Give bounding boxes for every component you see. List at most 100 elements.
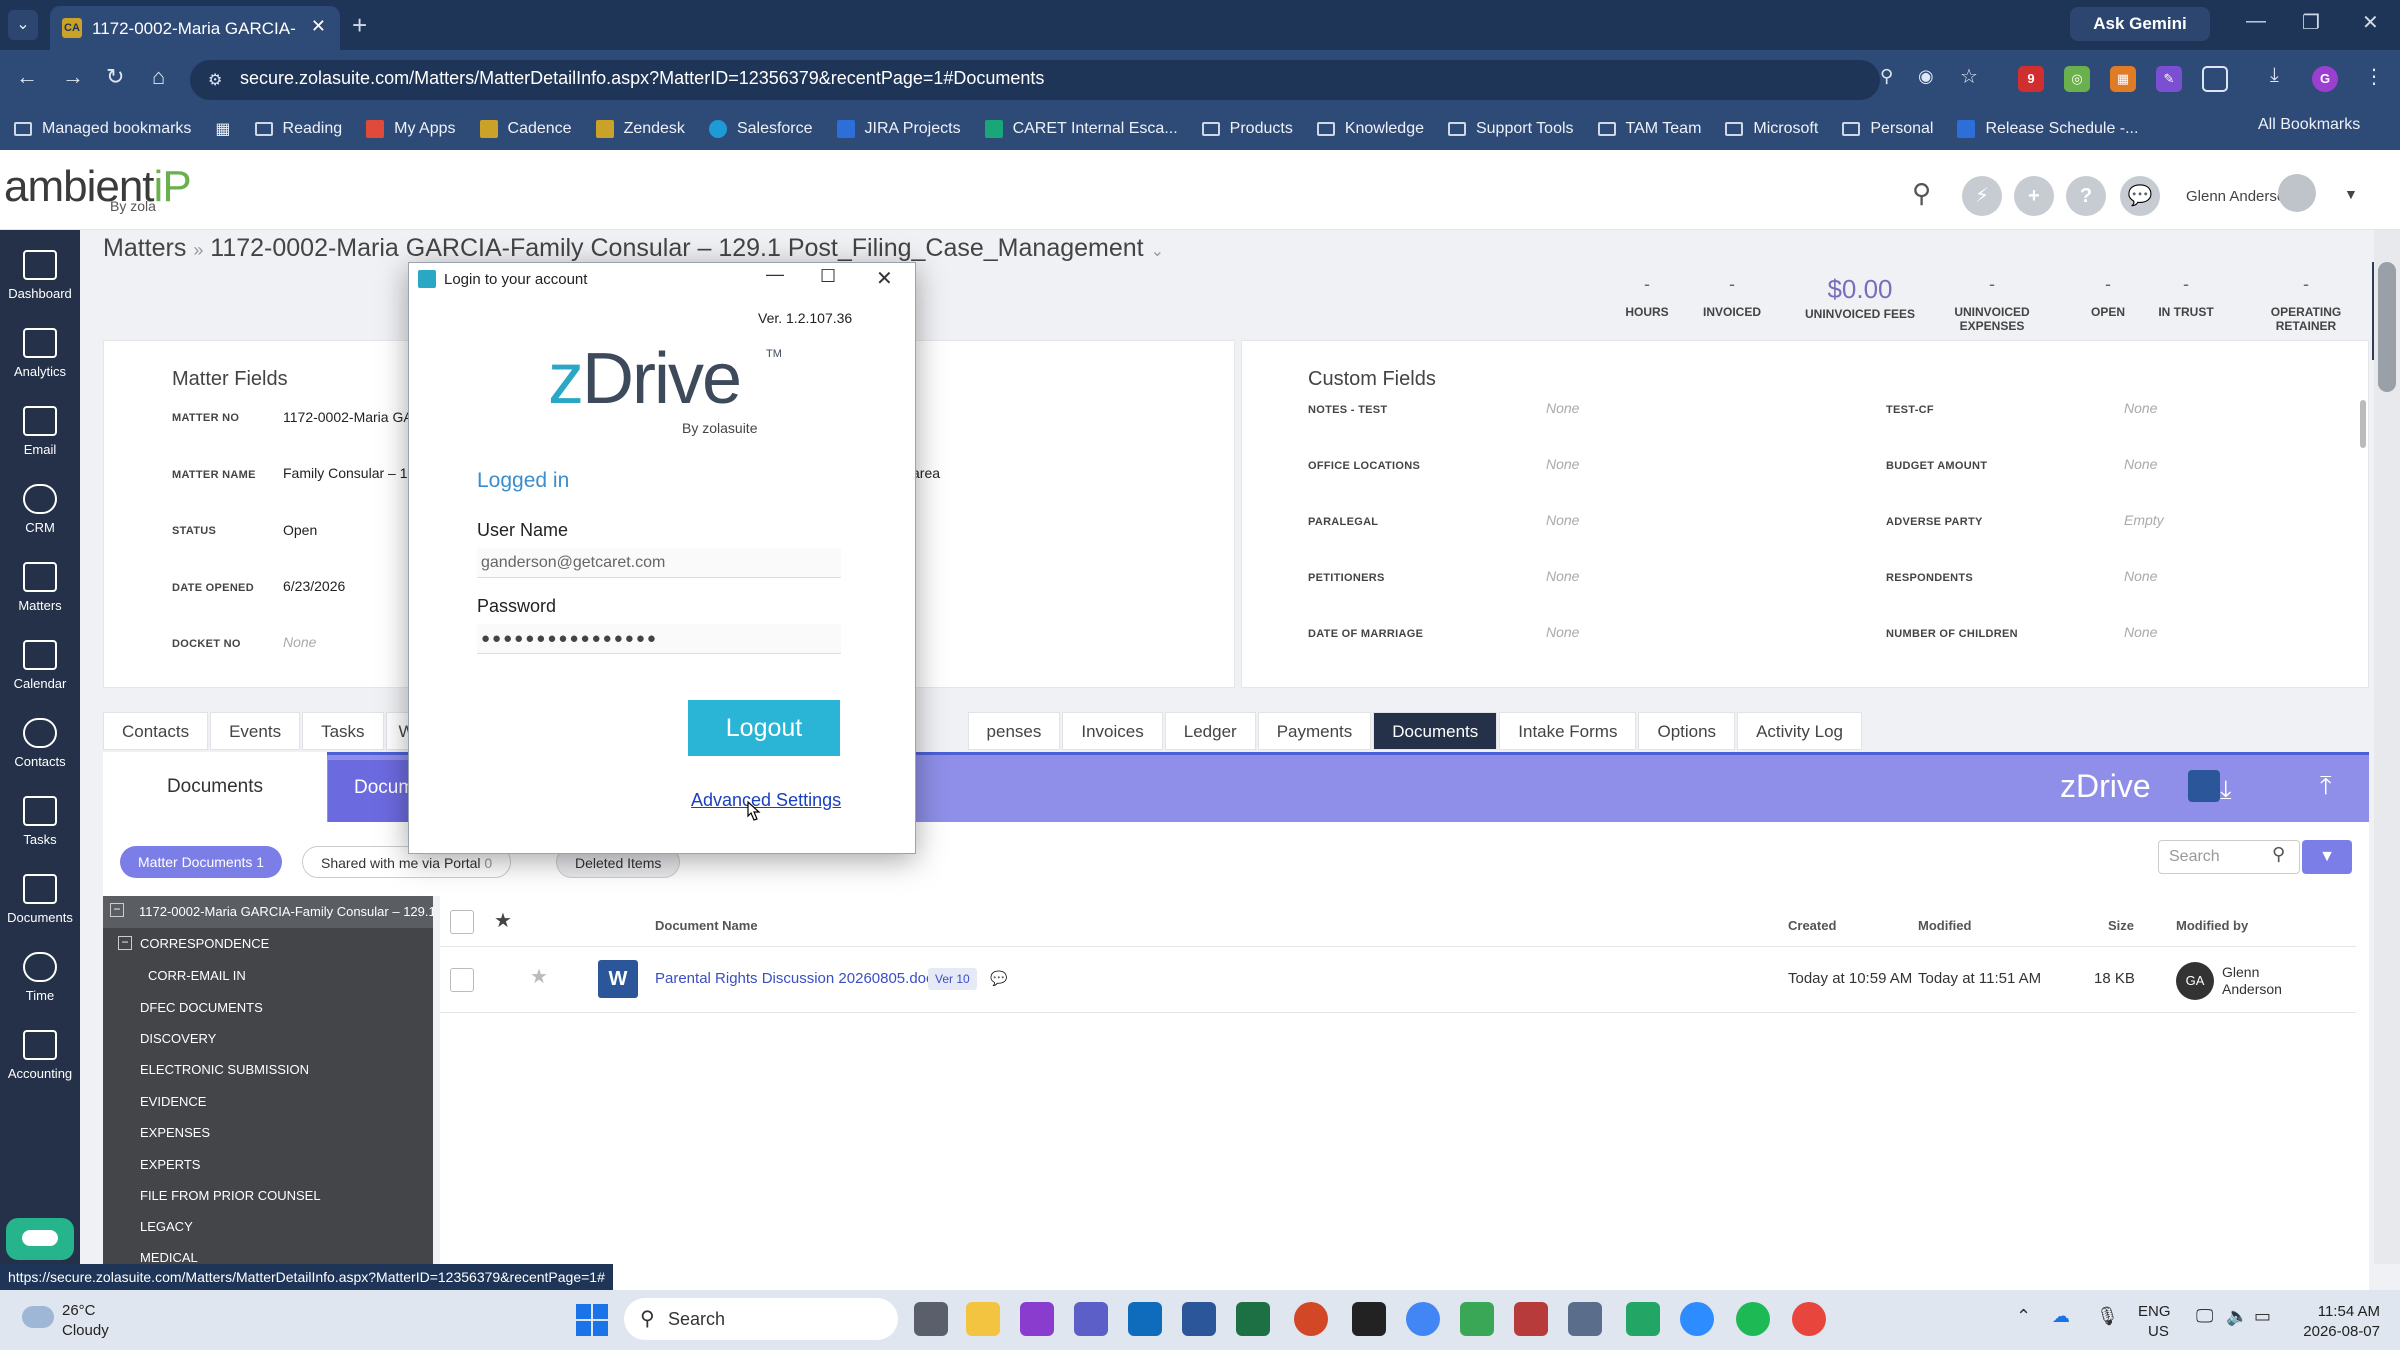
column-header-size[interactable]: Size [2108,918,2134,933]
apps-grid-icon[interactable]: ▦ [215,119,230,139]
bookmark-zendesk[interactable]: Zendesk [595,120,685,138]
outlook-icon[interactable] [1128,1302,1162,1336]
tree-folder[interactable]: EXPENSES [140,1125,210,1140]
tree-folder[interactable]: FILE FROM PRIOR COUNSEL [140,1188,321,1203]
chevron-up-icon[interactable]: ⌃ [2016,1306,2031,1327]
username-field[interactable] [477,548,841,578]
matter-documents-pill[interactable]: Matter Documents 1 [120,846,283,878]
tab-documents[interactable]: Documents [1373,712,1498,750]
weather-condition[interactable]: Cloudy [62,1322,109,1339]
download-icon[interactable]: ⤓ [2270,64,2279,87]
new-tab-button[interactable]: + [352,10,367,40]
close-icon[interactable]: ✕ [876,266,893,291]
tree-folder[interactable]: CORRESPONDENCE [140,936,269,951]
tree-folder[interactable]: LEGACY [140,1219,193,1234]
sidebar-item-calendar[interactable]: Calendar [0,640,80,691]
tab-search-button[interactable]: ⌄ [8,10,38,40]
chat-widget-button[interactable] [6,1218,74,1260]
column-header-name[interactable]: Document Name [655,918,758,933]
eye-icon[interactable]: ◉ [1918,66,1934,87]
avatar[interactable] [2278,174,2316,212]
search-icon[interactable]: ⚲ [2272,844,2285,865]
notion-icon[interactable] [1352,1302,1386,1336]
input-language[interactable]: ENG [2138,1303,2171,1320]
tree-folder[interactable]: EXPERTS [140,1157,200,1172]
sheets-icon[interactable] [1460,1302,1494,1336]
tree-folder[interactable]: EVIDENCE [140,1094,206,1109]
browser-menu-icon[interactable]: ⋮ [2364,64,2384,89]
zoom-icon[interactable]: ⚲ [1880,66,1893,87]
filter-icon[interactable]: ▼ [2302,840,2352,874]
bookmark-release-schedule[interactable]: Release Schedule -... [1957,120,2138,138]
sidebar-item-dashboard[interactable]: Dashboard [0,250,80,301]
home-icon[interactable]: ⌂ [152,64,165,90]
bookmark-products[interactable]: Products [1201,120,1293,138]
field-value[interactable]: None [2124,568,2157,584]
bookmark-reading[interactable]: Reading [254,120,342,138]
upload-icon[interactable]: ⤒ [2320,770,2332,802]
zdrive-button[interactable]: zDrive [2060,768,2151,805]
field-value[interactable]: 6/23/2026 [283,578,345,594]
extension-icon[interactable]: ▦ [2110,66,2136,92]
sidebar-item-crm[interactable]: CRM [0,484,80,535]
star-column-icon[interactable]: ★ [494,908,512,933]
cloud-icon[interactable] [22,1306,54,1328]
sidebar-item-tasks[interactable]: Tasks [0,796,80,847]
tab-tasks[interactable]: Tasks [302,712,384,750]
clock-time[interactable]: 11:54 AM [2280,1303,2380,1320]
chevron-down-icon[interactable]: ▼ [2344,186,2358,202]
sidebar-item-contacts[interactable]: Contacts [0,718,80,769]
task-view-icon[interactable] [914,1302,948,1336]
bookmark-cadence[interactable]: Cadence [479,120,572,138]
field-value[interactable]: None [2124,400,2157,416]
tab-expenses[interactable]: penses [967,712,1061,750]
tab-intake-forms[interactable]: Intake Forms [1499,712,1637,750]
chrome-profile-icon[interactable] [1792,1302,1826,1336]
minimize-icon[interactable]: — [2246,10,2266,33]
tab-events[interactable]: Events [210,712,301,750]
excel-icon[interactable] [1236,1302,1270,1336]
powerpoint-icon[interactable] [1294,1302,1328,1336]
password-field[interactable] [477,624,841,654]
bookmark-personal[interactable]: Personal [1842,120,1933,138]
field-value[interactable]: Family Consular – 12 [283,465,415,481]
reload-icon[interactable]: ↻ [106,64,124,90]
page-scrollbar-thumb[interactable] [2378,262,2396,392]
tab-invoices[interactable]: Invoices [1062,712,1163,750]
sidebar-item-email[interactable]: Email [0,406,80,457]
word-icon[interactable] [1182,1302,1216,1336]
start-windows-icon[interactable] [576,1304,608,1336]
bookmark-microsoft[interactable]: Microsoft [1725,120,1818,138]
sidebar-item-documents[interactable]: Documents [0,874,80,925]
weather-temp[interactable]: 26°C [62,1302,96,1319]
onenote-icon[interactable] [1020,1302,1054,1336]
tree-folder[interactable]: ELECTRONIC SUBMISSION [140,1062,309,1077]
bookmark-knowledge[interactable]: Knowledge [1316,120,1424,138]
bookmark-managed[interactable]: Managed bookmarks [14,120,191,138]
tree-folder[interactable]: MEDICAL [140,1250,198,1265]
documents-tab[interactable]: Documents [103,752,327,822]
minimize-icon[interactable]: — [766,264,784,285]
comment-icon[interactable]: 💬 [990,970,1007,987]
bookmark-my-apps[interactable]: My Apps [366,120,456,138]
volume-icon[interactable]: 🔈 [2226,1306,2248,1327]
profile-icon[interactable]: G [2312,66,2338,92]
window-close-icon[interactable]: ✕ [2362,10,2379,35]
chat-icon[interactable]: 💬 [2120,176,2160,216]
field-value[interactable]: Open [283,522,317,538]
extension-icon[interactable]: 9 [2018,66,2044,92]
tree-folder[interactable]: DFEC DOCUMENTS [140,1000,263,1015]
bookmark-tam-team[interactable]: TAM Team [1597,120,1701,138]
bookmark-salesforce[interactable]: Salesforce [708,120,813,138]
chrome-icon[interactable] [1406,1302,1440,1336]
extension-icon[interactable]: ✎ [2156,66,2182,92]
row-checkbox[interactable] [450,968,474,992]
advanced-settings-link[interactable]: Advanced Settings [691,790,841,811]
tree-root-folder[interactable]: 1172-0002-Maria GARCIA-Family Consular –… [103,896,433,928]
breadcrumb-matters-link[interactable]: Matters [103,234,186,262]
lightning-icon[interactable]: ⚡ [1962,176,2002,216]
bookmark-caret-internal[interactable]: CARET Internal Esca... [984,120,1178,138]
panel-scrollbar[interactable] [2360,400,2366,448]
taskbar-search[interactable]: Search [624,1298,898,1340]
field-value[interactable]: None [2124,456,2157,472]
